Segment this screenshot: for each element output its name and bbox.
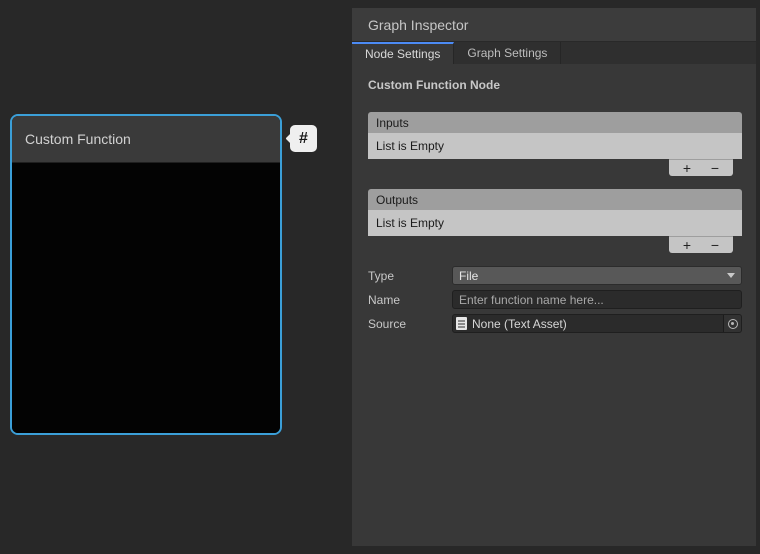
source-object-value: None (Text Asset) (472, 317, 723, 331)
type-dropdown-value: File (459, 269, 478, 283)
node-title-label: Custom Function (25, 131, 131, 147)
outputs-list-footer-wrap: + − (368, 236, 742, 253)
graph-inspector-panel: Graph Inspector Node Settings Graph Sett… (352, 8, 756, 546)
chevron-down-icon (727, 273, 735, 278)
source-label: Source (368, 317, 452, 331)
inspector-header[interactable]: Graph Inspector (352, 8, 756, 42)
hash-badge-label: # (299, 130, 308, 148)
outputs-list-header: Outputs (368, 189, 742, 210)
hash-badge[interactable]: # (290, 125, 317, 152)
object-picker-button[interactable] (723, 315, 741, 332)
inputs-list-title: Inputs (376, 116, 409, 130)
inputs-list-empty-text: List is Empty (376, 139, 444, 153)
graph-canvas[interactable]: Custom Function # (0, 0, 352, 554)
name-field-row: Name (368, 290, 742, 309)
inputs-add-button[interactable]: + (675, 160, 699, 176)
tab-node-settings-label: Node Settings (365, 47, 440, 61)
outputs-list-empty-row: List is Empty (368, 210, 742, 236)
outputs-remove-button[interactable]: − (703, 237, 727, 253)
object-picker-icon (728, 319, 738, 329)
inputs-list-footer: + − (669, 159, 733, 176)
outputs-list-title: Outputs (376, 193, 418, 207)
name-input[interactable] (452, 290, 742, 309)
section-heading: Custom Function Node (368, 78, 742, 92)
text-asset-icon (456, 317, 467, 330)
source-object-field[interactable]: None (Text Asset) (452, 314, 742, 333)
tab-graph-settings-label: Graph Settings (467, 46, 547, 60)
tab-graph-settings[interactable]: Graph Settings (454, 42, 561, 64)
source-field-row: Source None (Text Asset) (368, 314, 742, 333)
outputs-list-empty-text: List is Empty (376, 216, 444, 230)
type-dropdown[interactable]: File (452, 266, 742, 285)
type-field-row: Type File (368, 266, 742, 285)
outputs-add-button[interactable]: + (675, 237, 699, 253)
inputs-list-header: Inputs (368, 112, 742, 133)
inputs-list: Inputs List is Empty + − (368, 112, 742, 176)
outputs-list-footer: + − (669, 236, 733, 253)
node-body (12, 163, 280, 433)
tab-node-settings[interactable]: Node Settings (352, 42, 454, 64)
custom-function-node[interactable]: Custom Function (10, 114, 282, 435)
inspector-title: Graph Inspector (368, 17, 468, 33)
node-settings-fields: Type File Name Source None (Text Asset) (368, 266, 742, 333)
inspector-tabbar: Node Settings Graph Settings (352, 42, 756, 64)
outputs-list: Outputs List is Empty + − (368, 189, 742, 253)
type-label: Type (368, 269, 452, 283)
node-title-bar[interactable]: Custom Function (12, 116, 280, 163)
inputs-remove-button[interactable]: − (703, 160, 727, 176)
inputs-list-footer-wrap: + − (368, 159, 742, 176)
inputs-list-empty-row: List is Empty (368, 133, 742, 159)
name-label: Name (368, 293, 452, 307)
inspector-content: Custom Function Node Inputs List is Empt… (352, 64, 756, 333)
